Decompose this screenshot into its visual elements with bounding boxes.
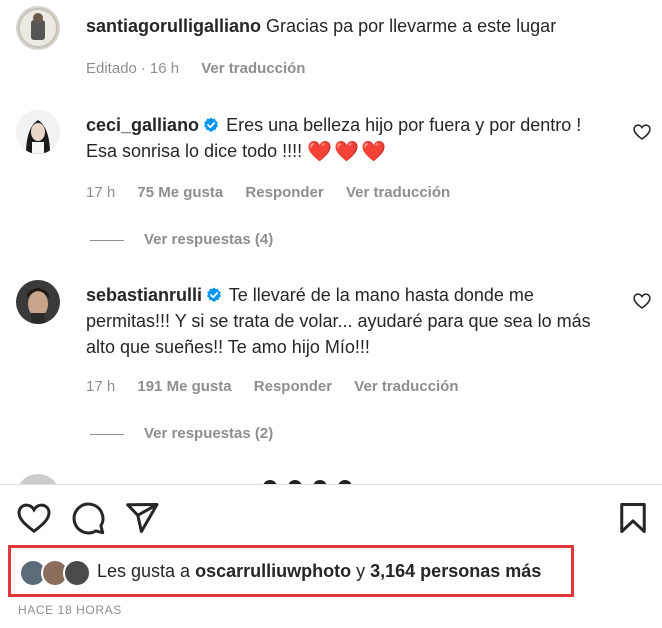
comment-text: santiagorulligalliano Gracias pa por lle… (86, 13, 556, 39)
view-replies-button[interactable]: Ver respuestas (2) (90, 425, 273, 442)
divider (0, 484, 662, 485)
comment-body-line1: Te llevaré de la mano hasta donde me (228, 285, 534, 305)
likes-user[interactable]: oscarrulliuwphoto (195, 561, 351, 581)
comments-list: santiagorulligalliano Gracias pa por lle… (0, 0, 662, 484)
replies-line (90, 433, 124, 435)
comment-body-line3: alto que sueñes!! Te amo hijo Mío!!! (86, 337, 370, 357)
likes-summary[interactable]: Les gusta a oscarrulliuwphoto y 3,164 pe… (8, 545, 574, 597)
verified-icon (207, 287, 222, 302)
hearts-emoji: ❤️❤️❤️ (307, 141, 388, 163)
comment-body-line2: permitas!!! Y si se trata de volar... ay… (86, 311, 591, 331)
comment-username[interactable]: ceci_galliano (86, 115, 199, 135)
comment-time: 17 h (86, 378, 116, 395)
heart-icon[interactable] (632, 291, 652, 311)
comment-body: Gracias pa por llevarme a este lugar (266, 16, 557, 36)
hearts-emoji (262, 476, 354, 484)
dot-separator: · (140, 60, 146, 77)
comment-meta: 17 h 191 Me gusta Responder Ver traducci… (86, 378, 477, 395)
action-bar (0, 500, 662, 540)
comment-text: ceci_galliano Eres una belleza hijo por … (86, 112, 616, 165)
comment-icon[interactable] (70, 500, 106, 536)
comment-username[interactable]: sebastianrulli (86, 285, 202, 305)
comment-meta: 17 h 75 Me gusta Responder Ver traducció… (86, 184, 468, 201)
edited-label: Editado (86, 60, 137, 77)
avatar[interactable] (16, 474, 60, 484)
avatar[interactable] (16, 6, 60, 50)
reply-button[interactable]: Responder (245, 184, 323, 201)
likes-joiner: y (356, 561, 366, 581)
replies-line (90, 239, 124, 241)
avatar[interactable] (16, 110, 60, 154)
translate-link[interactable]: Ver traducción (354, 378, 458, 395)
comment-text: sebastianrulli Te llevaré de la mano has… (86, 282, 626, 360)
bookmark-icon[interactable] (615, 500, 651, 536)
heart-icon[interactable] (632, 122, 652, 142)
comment-body-line1: Eres una belleza hijo por fuera y por de… (226, 115, 582, 135)
heart-icon[interactable] (16, 500, 52, 536)
likes-text: Les gusta a oscarrulliuwphoto y 3,164 pe… (97, 561, 541, 582)
likes-count[interactable]: 75 Me gusta (137, 184, 223, 201)
translate-link[interactable]: Ver traducción (201, 60, 305, 77)
comment-time: 17 h (86, 184, 116, 201)
likes-count[interactable]: 191 Me gusta (137, 378, 231, 395)
post-timestamp: HACE 18 HORAS (18, 603, 122, 617)
likes-others[interactable]: 3,164 personas más (370, 561, 541, 581)
avatar (63, 559, 91, 587)
comment-body-line2: Esa sonrisa lo dice todo !!!! (86, 141, 303, 161)
comment-time: 16 h (149, 60, 180, 77)
view-replies-label: Ver respuestas (2) (144, 425, 274, 442)
view-replies-label: Ver respuestas (4) (144, 231, 274, 248)
translate-link[interactable]: Ver traducción (346, 184, 450, 201)
comment-username[interactable]: santiagorulligalliano (86, 16, 261, 36)
avatar[interactable] (16, 280, 60, 324)
share-icon[interactable] (124, 500, 160, 536)
likes-prefix: Les gusta a (97, 561, 191, 581)
verified-icon (204, 117, 219, 132)
reply-button[interactable]: Responder (254, 378, 332, 395)
view-replies-button[interactable]: Ver respuestas (4) (90, 231, 273, 248)
comment-meta: Editado · 16 h Ver traducción (86, 60, 323, 77)
